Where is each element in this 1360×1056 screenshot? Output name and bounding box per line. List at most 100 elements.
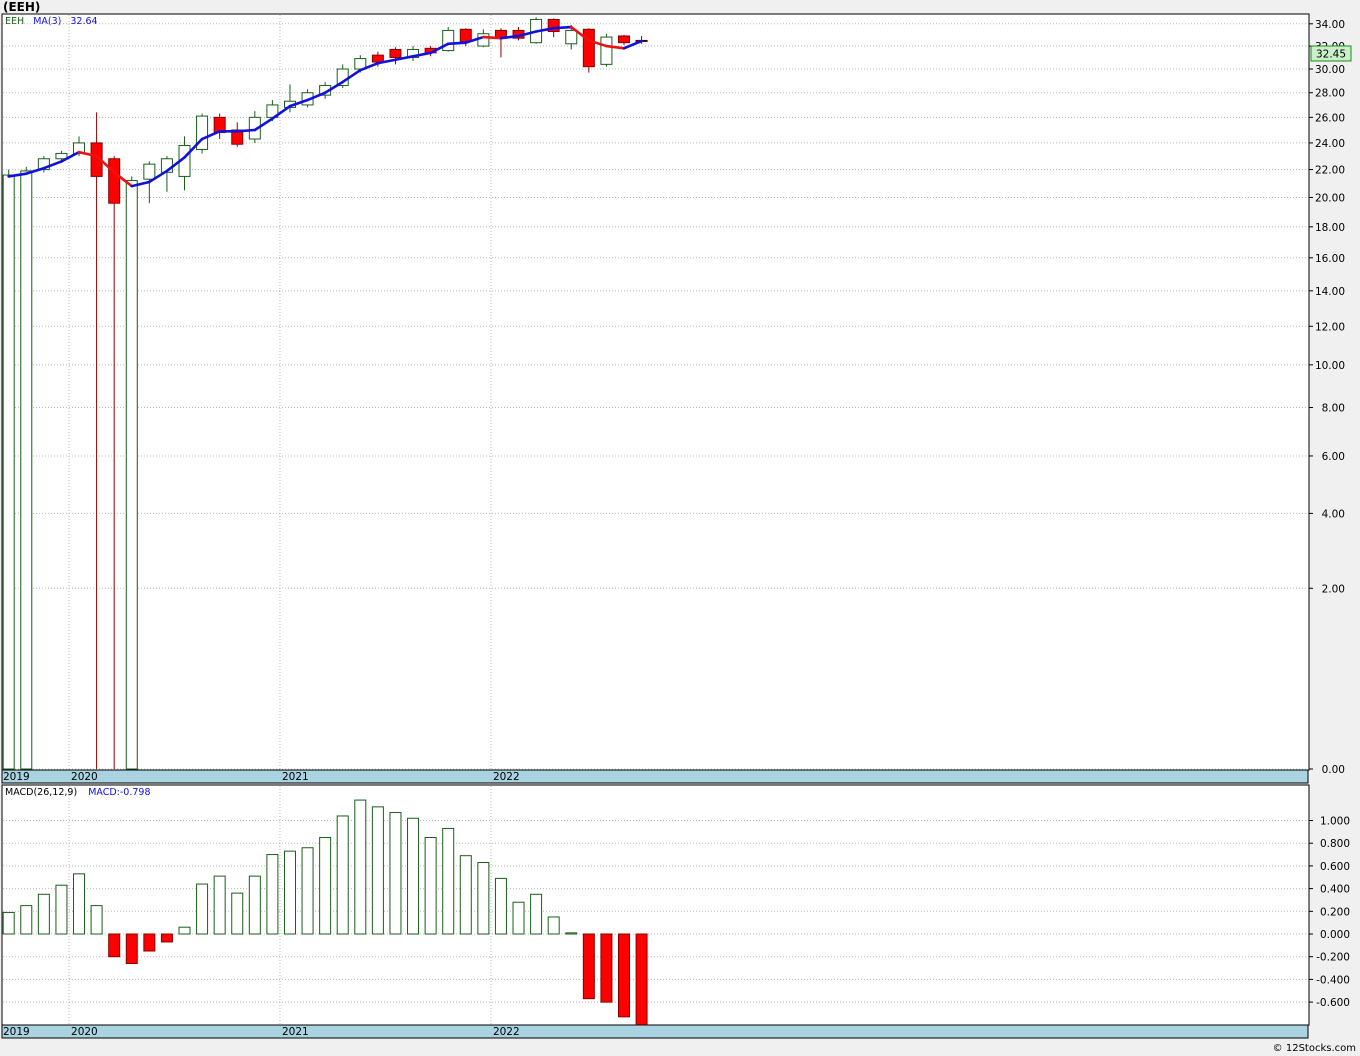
macd-bar bbox=[547, 916, 560, 935]
macd-bar bbox=[459, 855, 472, 935]
macd-bar bbox=[618, 933, 630, 1018]
macd-year-label: 2019 bbox=[3, 1026, 30, 1038]
price-tick-label: 30.00 bbox=[1315, 64, 1345, 76]
ma-segment bbox=[235, 128, 257, 133]
macd-date-axis bbox=[1, 1024, 1309, 1039]
price-tick-label: 26.00 bbox=[1315, 112, 1345, 124]
macd-bar bbox=[2, 911, 15, 935]
legend-symbol: EEH bbox=[5, 16, 24, 27]
macd-tick-label: 0.600 bbox=[1320, 861, 1350, 873]
macd-tick-label: 0.800 bbox=[1320, 838, 1350, 850]
macd-bar bbox=[442, 827, 455, 935]
macd-bar bbox=[20, 905, 33, 935]
macd-year-label: 2020 bbox=[71, 1026, 98, 1038]
macd-bar bbox=[319, 837, 332, 935]
price-tick-label: 20.00 bbox=[1315, 192, 1345, 204]
price-tick-label: 0.00 bbox=[1322, 764, 1345, 776]
macd-bar bbox=[196, 883, 209, 935]
price-tick-label: 6.00 bbox=[1322, 451, 1345, 463]
svg-text:MACD(26,12,9) MACD:-0.798: MACD(26,12,9) MACD:-0.798 bbox=[5, 787, 151, 798]
macd-bar bbox=[213, 875, 226, 935]
macd-tick-label: 0.200 bbox=[1320, 906, 1350, 918]
macd-bar bbox=[143, 933, 156, 952]
last-price-label: 32.45 bbox=[1316, 49, 1346, 61]
macd-bar bbox=[73, 873, 86, 935]
price-year-label: 2021 bbox=[282, 771, 309, 783]
macd-tick-label: 0.000 bbox=[1320, 929, 1350, 941]
macd-bar bbox=[407, 817, 420, 935]
macd-bar bbox=[389, 812, 402, 935]
price-date-axis bbox=[1, 769, 1309, 784]
price-year-label: 2019 bbox=[3, 771, 30, 783]
legend-ma-value: 32.64 bbox=[70, 16, 97, 27]
price-tick-label: 4.00 bbox=[1322, 508, 1345, 520]
candle-body bbox=[108, 158, 121, 204]
macd-year-label: 2022 bbox=[493, 1026, 520, 1038]
price-tick-label: 10.00 bbox=[1315, 360, 1345, 372]
price-tick-label: 16.00 bbox=[1315, 253, 1345, 265]
price-tick-label: 22.00 bbox=[1315, 165, 1345, 177]
macd-year-label: 2021 bbox=[282, 1026, 309, 1038]
candle-body bbox=[459, 28, 472, 43]
price-y-axis: 34.0032.0030.0028.0026.0024.0022.0020.00… bbox=[1309, 19, 1345, 776]
candle-body bbox=[582, 28, 595, 68]
macd-bar bbox=[477, 861, 490, 935]
legend-macd-value: MACD:-0.798 bbox=[88, 787, 150, 798]
price-tick-label: 24.00 bbox=[1315, 138, 1345, 150]
macd-bar bbox=[494, 877, 507, 935]
macd-tick-label: -0.600 bbox=[1316, 997, 1350, 1009]
candle-body bbox=[143, 163, 156, 180]
macd-bar bbox=[248, 875, 261, 935]
macd-y-axis: 1.000 0.800 0.600 0.400 0.200 0.000 -0.200 -0.4… bbox=[1309, 816, 1350, 1009]
macd-bar bbox=[231, 892, 244, 935]
macd-tick-label: -0.200 bbox=[1316, 952, 1350, 964]
macd-bar bbox=[565, 932, 578, 935]
candle-body bbox=[477, 33, 490, 47]
candle-body bbox=[618, 35, 630, 44]
price-tick-label: 28.00 bbox=[1315, 88, 1345, 100]
macd-bar bbox=[301, 847, 314, 935]
site-credit: © 12Stocks.com bbox=[1272, 1043, 1356, 1054]
price-tick-label: 18.00 bbox=[1315, 222, 1345, 234]
macd-bar bbox=[90, 905, 103, 935]
candle-body bbox=[371, 54, 384, 63]
macd-tick-label: 1.000 bbox=[1320, 816, 1350, 828]
macd-bar bbox=[160, 933, 173, 943]
macd-bar bbox=[635, 933, 648, 1026]
candle-body bbox=[125, 180, 138, 770]
price-tick-label: 14.00 bbox=[1315, 286, 1345, 298]
macd-bar bbox=[178, 926, 191, 935]
candle-body bbox=[20, 170, 33, 770]
macd-bar bbox=[266, 854, 279, 935]
ma-segment bbox=[446, 41, 468, 46]
ma-segment bbox=[482, 35, 503, 40]
macd-bar bbox=[424, 837, 437, 935]
macd-bar bbox=[283, 850, 296, 935]
svg-text:EEH MA(3) 32.64: EEH MA(3) 32.64 bbox=[5, 16, 98, 27]
price-tick-label: 8.00 bbox=[1322, 403, 1345, 415]
price-tick-label: 2.00 bbox=[1322, 583, 1345, 595]
macd-bar bbox=[530, 893, 543, 935]
legend-ma-label: MA(3) bbox=[33, 16, 61, 27]
macd-bar bbox=[371, 806, 384, 935]
candle-body bbox=[565, 29, 578, 45]
candle-body bbox=[600, 36, 613, 65]
macd-bar bbox=[125, 933, 138, 965]
price-year-label: 2022 bbox=[493, 771, 520, 783]
price-tick-label: 34.00 bbox=[1315, 19, 1345, 31]
price-tick-label: 12.00 bbox=[1315, 321, 1345, 333]
macd-bar bbox=[37, 893, 50, 935]
macd-bar bbox=[582, 933, 595, 1000]
macd-tick-label: -0.400 bbox=[1316, 974, 1350, 986]
macd-bar bbox=[512, 901, 525, 935]
ma-segment bbox=[552, 25, 573, 30]
macd-bar bbox=[108, 933, 121, 958]
macd-bar bbox=[55, 884, 68, 935]
macd-tick-label: 0.400 bbox=[1320, 884, 1350, 896]
candle-body bbox=[442, 29, 455, 52]
candle-body bbox=[2, 174, 15, 770]
macd-bar bbox=[600, 933, 613, 1003]
macd-bar bbox=[354, 799, 367, 935]
macd-bar bbox=[336, 815, 349, 935]
legend-macd-label: MACD(26,12,9) bbox=[5, 787, 77, 798]
